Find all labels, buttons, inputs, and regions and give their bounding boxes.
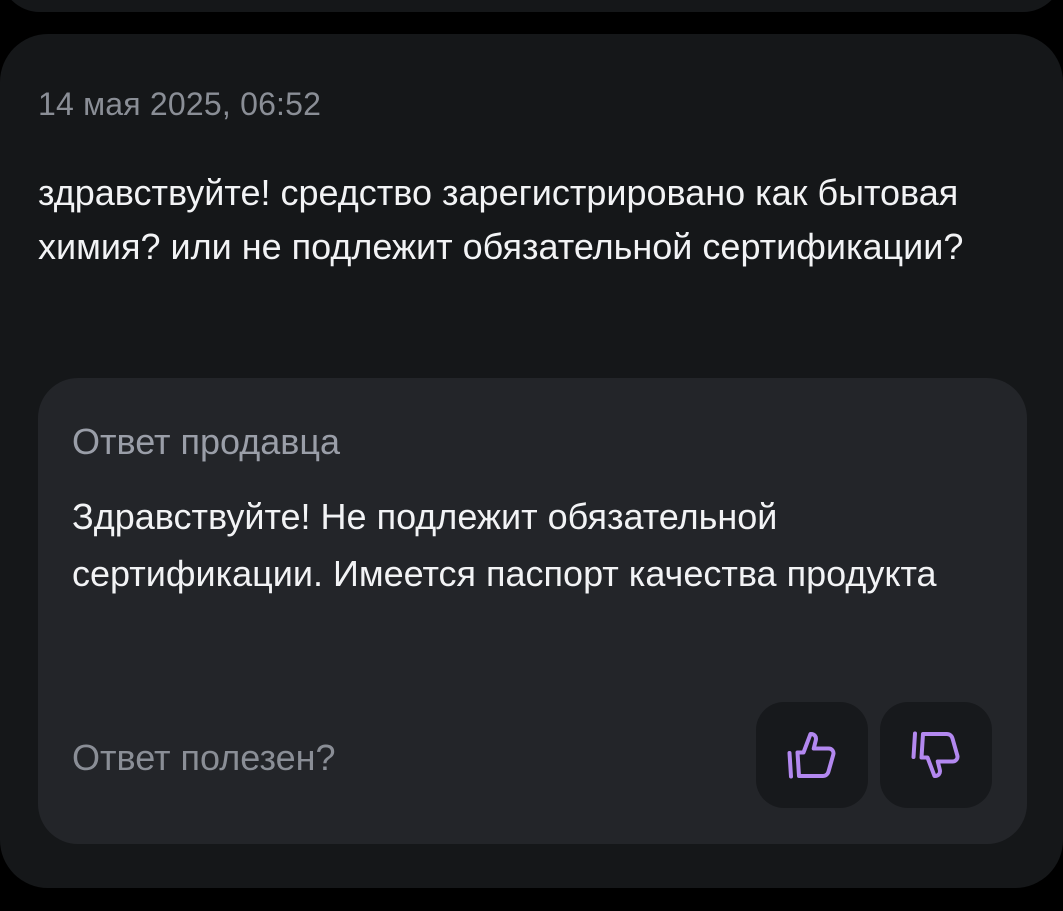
like-button[interactable] — [756, 702, 868, 808]
thumbs-up-icon — [782, 725, 842, 785]
question-date: 14 мая 2025, 06:52 — [38, 86, 322, 122]
previous-question-card — [0, 0, 1063, 12]
helpful-prompt: Ответ полезен? — [72, 737, 336, 778]
thumbs-down-icon — [906, 725, 966, 785]
seller-answer-text: Здравствуйте! Не подлежит обязательной с… — [72, 496, 937, 594]
seller-answer-title: Ответ продавца — [72, 421, 341, 462]
question-text: здравствуйте! средство зарегистрировано … — [38, 172, 964, 267]
dislike-button[interactable] — [880, 702, 992, 808]
